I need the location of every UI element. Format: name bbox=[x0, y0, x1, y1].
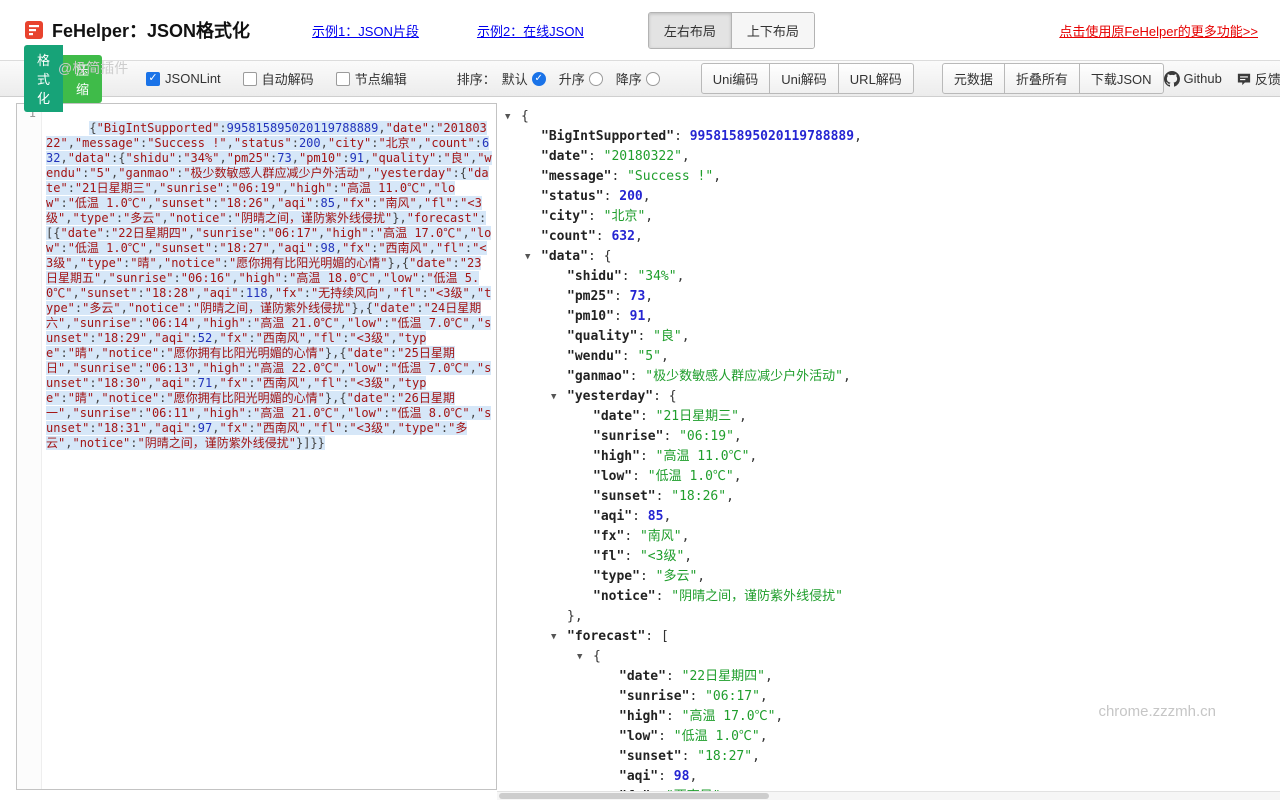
uni-decode-button[interactable]: Uni解码 bbox=[769, 63, 839, 94]
tree-line: ▼"yesterday": { bbox=[497, 387, 1270, 407]
tree-line: ▼"forecast": [ bbox=[497, 627, 1270, 647]
compress-button[interactable]: 压缩 bbox=[63, 55, 102, 103]
tree-line: "sunset": "18:26", bbox=[497, 487, 1270, 507]
tree-line: "ganmao": "极少数敏感人群应减少户外活动", bbox=[497, 367, 1270, 387]
tree-line: "city": "北京", bbox=[497, 207, 1270, 227]
collapse-all-button[interactable]: 折叠所有 bbox=[1004, 63, 1080, 94]
formatted-json-tree: ▼{"BigIntSupported": 9958158950201197888… bbox=[497, 103, 1270, 796]
tree-line: "shidu": "34%", bbox=[497, 267, 1270, 287]
tree-line: "low": "低温 1.0℃", bbox=[497, 727, 1270, 747]
header: FeHelper：JSON格式化 示例1：JSON片段 示例2：在线JSON 左… bbox=[0, 0, 1280, 60]
tree-line: "type": "多云", bbox=[497, 567, 1270, 587]
jsonlint-label: JSONLint bbox=[165, 71, 221, 86]
toolbar: 格式化 压缩 ✓ JSONLint 自动解码 节点编辑 排序： 默认 ✓ 升序 … bbox=[0, 60, 1280, 97]
tree-line: "pm10": 91, bbox=[497, 307, 1270, 327]
sort-default-radio[interactable]: 默认 ✓ bbox=[502, 69, 546, 88]
more-features-link[interactable]: 点击使用原FeHelper的更多功能>> bbox=[1059, 21, 1258, 40]
horizontal-scrollbar[interactable] bbox=[497, 791, 1280, 800]
sort-asc-radio[interactable]: 升序 bbox=[559, 69, 603, 88]
collapse-triangle-icon[interactable]: ▼ bbox=[551, 627, 556, 647]
main-area: 1 {"BigIntSupported":9958158950201197888… bbox=[0, 97, 1280, 798]
editor-gutter: 1 bbox=[17, 104, 42, 789]
node-edit-checkbox[interactable]: 节点编辑 bbox=[336, 69, 407, 88]
feedback-label: 反馈 bbox=[1255, 69, 1280, 88]
tree-line: "aqi": 85, bbox=[497, 507, 1270, 527]
layout-left-right-button[interactable]: 左右布局 bbox=[649, 13, 732, 48]
tree-line: "BigIntSupported": 995815895020119788889… bbox=[497, 127, 1270, 147]
collapse-triangle-icon[interactable]: ▼ bbox=[551, 387, 556, 407]
tree-line: }, bbox=[497, 607, 1270, 627]
github-label: Github bbox=[1184, 71, 1222, 86]
tree-line: "notice": "阴晴之间，谨防紫外线侵扰" bbox=[497, 587, 1270, 607]
page-title: FeHelper：JSON格式化 bbox=[52, 17, 250, 43]
tree-line: "count": 632, bbox=[497, 227, 1270, 247]
url-decode-button[interactable]: URL解码 bbox=[838, 63, 914, 94]
tree-line: "aqi": 98, bbox=[497, 767, 1270, 787]
editor-textarea[interactable]: {"BigIntSupported":995815895020119788889… bbox=[42, 104, 496, 789]
radio-checked-icon: ✓ bbox=[532, 72, 546, 86]
sort-desc-radio[interactable]: 降序 bbox=[616, 69, 660, 88]
jsonlint-checkbox[interactable]: ✓ JSONLint bbox=[146, 71, 221, 86]
tree-line: "pm25": 73, bbox=[497, 287, 1270, 307]
tree-line: "fx": "南风", bbox=[497, 527, 1270, 547]
tree-line: "status": 200, bbox=[497, 187, 1270, 207]
tree-line: "low": "低温 1.0℃", bbox=[497, 467, 1270, 487]
tree-line: "sunrise": "06:17", bbox=[497, 687, 1270, 707]
sort-default-label: 默认 bbox=[502, 69, 528, 88]
tree-line: ▼{ bbox=[497, 647, 1270, 667]
radio-unchecked-icon bbox=[589, 72, 603, 86]
tree-line: "high": "高温 17.0℃", bbox=[497, 707, 1270, 727]
collapse-triangle-icon[interactable]: ▼ bbox=[525, 247, 530, 267]
checkbox-unchecked-icon bbox=[336, 72, 350, 86]
editor-selection: {"BigIntSupported":995815895020119788889… bbox=[46, 121, 492, 450]
raw-json-editor[interactable]: 1 {"BigIntSupported":9958158950201197888… bbox=[16, 103, 497, 790]
tree-line: ▼{ bbox=[497, 107, 1270, 127]
radio-unchecked-icon bbox=[646, 72, 660, 86]
tools-button-group: 元数据 折叠所有 下载JSON bbox=[942, 63, 1164, 94]
metadata-button[interactable]: 元数据 bbox=[942, 63, 1005, 94]
tree-line: "fl": "<3级", bbox=[497, 547, 1270, 567]
github-link[interactable]: Github bbox=[1164, 71, 1222, 87]
node-edit-label: 节点编辑 bbox=[355, 69, 407, 88]
layout-toggle-group: 左右布局 上下布局 bbox=[648, 12, 815, 49]
encode-button-group: Uni编码 Uni解码 URL解码 bbox=[701, 63, 914, 94]
tree-line: "date": "21日星期三", bbox=[497, 407, 1270, 427]
toolbar-right: Github 反馈 ⚙ 设置 bbox=[1164, 69, 1280, 88]
checkbox-unchecked-icon bbox=[243, 72, 257, 86]
uni-encode-button[interactable]: Uni编码 bbox=[701, 63, 771, 94]
collapse-triangle-icon[interactable]: ▼ bbox=[577, 647, 582, 667]
scrollbar-thumb[interactable] bbox=[499, 793, 769, 799]
fehelper-logo-icon bbox=[24, 20, 44, 40]
auto-decode-label: 自动解码 bbox=[262, 69, 314, 88]
tree-line: ▼"data": { bbox=[497, 247, 1270, 267]
tree-line: "message": "Success !", bbox=[497, 167, 1270, 187]
tree-line: "quality": "良", bbox=[497, 327, 1270, 347]
feedback-link[interactable]: 反馈 bbox=[1237, 69, 1280, 88]
github-icon bbox=[1164, 71, 1180, 87]
layout-top-bottom-button[interactable]: 上下布局 bbox=[732, 13, 814, 48]
collapse-triangle-icon[interactable]: ▼ bbox=[505, 107, 510, 127]
format-button[interactable]: 格式化 bbox=[24, 45, 63, 112]
sort-asc-label: 升序 bbox=[559, 69, 585, 88]
tree-line: "date": "22日星期四", bbox=[497, 667, 1270, 687]
example2-link[interactable]: 示例2：在线JSON bbox=[477, 21, 584, 40]
tree-line: "wendu": "5", bbox=[497, 347, 1270, 367]
sort-label: 排序： bbox=[457, 69, 496, 88]
tree-line: "high": "高温 11.0℃", bbox=[497, 447, 1270, 467]
sort-desc-label: 降序 bbox=[616, 69, 642, 88]
feedback-icon bbox=[1237, 72, 1251, 86]
example1-link[interactable]: 示例1：JSON片段 bbox=[312, 21, 419, 40]
tree-line: "date": "20180322", bbox=[497, 147, 1270, 167]
checkbox-checked-icon: ✓ bbox=[146, 72, 160, 86]
tree-line: "sunrise": "06:19", bbox=[497, 427, 1270, 447]
auto-decode-checkbox[interactable]: 自动解码 bbox=[243, 69, 314, 88]
tree-line: "sunset": "18:27", bbox=[497, 747, 1270, 767]
download-json-button[interactable]: 下载JSON bbox=[1079, 63, 1164, 94]
